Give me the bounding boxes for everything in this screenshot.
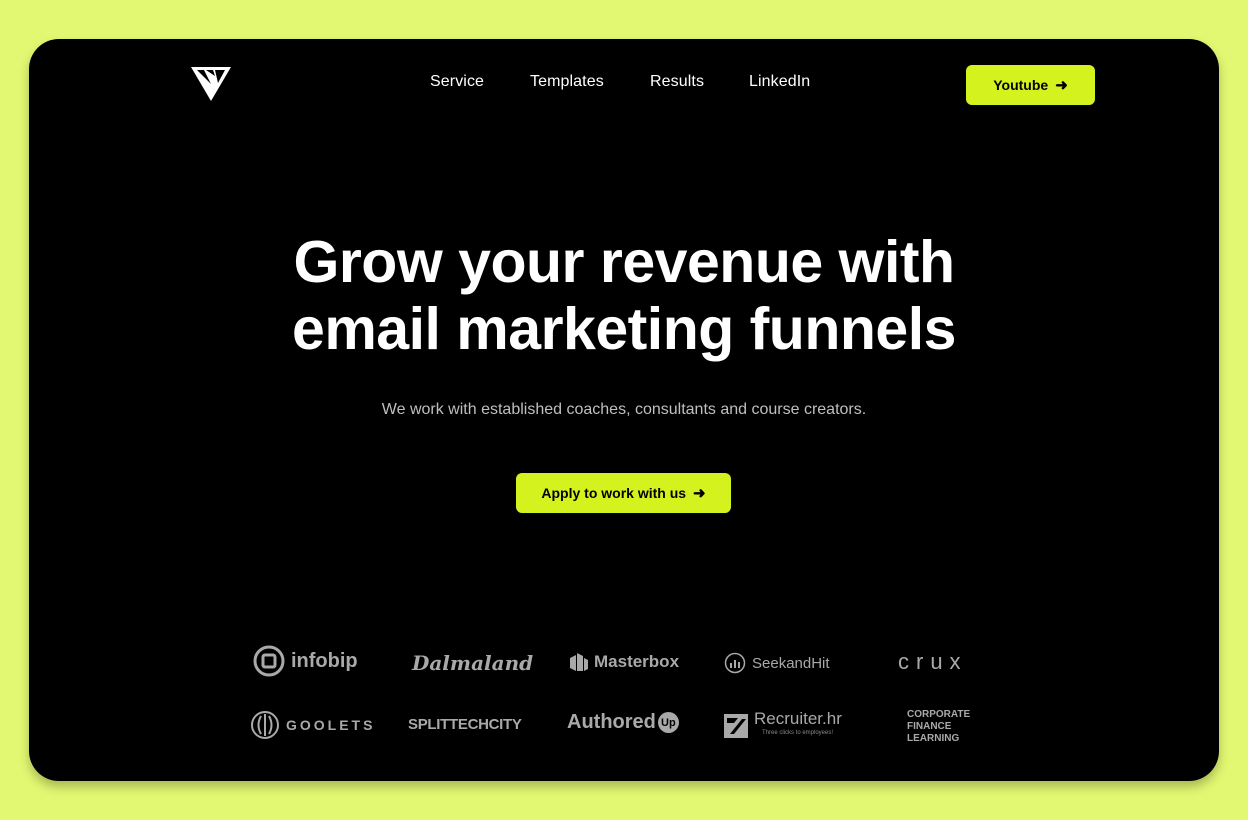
youtube-button-label: Youtube: [993, 77, 1049, 93]
client-logo-splittechcity: SPLITTECHCITY: [408, 716, 522, 733]
youtube-button[interactable]: Youtube ➜: [966, 65, 1095, 105]
client-logo-crux: crux: [898, 649, 968, 675]
arrow-right-icon: ➜: [1055, 76, 1068, 94]
seekandhit-icon: [724, 652, 746, 674]
client-name: GOOLETS: [286, 717, 376, 733]
nav-item-results[interactable]: Results: [650, 73, 704, 91]
client-logo-recruiter: Recruiter.hr Three clicks to employees!: [724, 709, 842, 740]
client-logo-goolets: GOOLETS: [250, 710, 375, 740]
client-name: SeekandHit: [752, 654, 830, 672]
browser-frame: Service Templates Results LinkedIn Youtu…: [29, 39, 1219, 781]
goolets-icon: [251, 711, 279, 739]
arrow-right-icon: ➜: [693, 484, 706, 502]
client-name: Dalmaland: [412, 651, 534, 675]
infobip-icon: [253, 645, 285, 677]
authoredup-icon: Up: [657, 712, 679, 733]
apply-button-label: Apply to work with us: [541, 485, 687, 501]
client-name: Authored: [567, 711, 656, 733]
cfl-line-3: LEARNING: [907, 733, 960, 744]
hero-headline: Grow your revenue with email marketing f…: [29, 229, 1219, 363]
client-logo-seekandhit: SeekandHit: [724, 652, 830, 674]
client-logo-authoredup: Authored Up: [567, 711, 679, 734]
client-logo-corporate-finance-learning: CORPORATE FINANCE LEARNING: [907, 709, 970, 745]
headline-line-1: Grow your revenue with: [293, 229, 955, 295]
cfl-line-2: FINANCE: [907, 721, 952, 732]
client-name: infobip: [291, 649, 358, 672]
client-logo-dalmaland: Dalmaland: [412, 651, 533, 675]
recruiter-tagline: Three clicks to employees!: [762, 730, 834, 736]
nav-item-service[interactable]: Service: [430, 73, 484, 91]
client-name: crux: [898, 649, 968, 674]
nav-item-templates[interactable]: Templates: [530, 73, 604, 91]
hero-subtitle: We work with established coaches, consul…: [381, 401, 867, 418]
masterbox-icon: [570, 653, 588, 671]
recruiter-icon: [724, 714, 748, 738]
client-name: Masterbox: [594, 652, 680, 671]
client-name: Recruiter.hr: [754, 709, 842, 728]
client-logo-masterbox: Masterbox: [570, 652, 679, 672]
cfl-line-1: CORPORATE: [907, 709, 971, 720]
headline-line-2: email marketing funnels: [292, 296, 956, 362]
nav-item-linkedin[interactable]: LinkedIn: [749, 73, 810, 91]
client-logo-infobip: infobip: [253, 645, 358, 677]
client-name: SPLITTECHCITY: [408, 716, 522, 733]
apply-button[interactable]: Apply to work with us ➜: [516, 473, 731, 513]
